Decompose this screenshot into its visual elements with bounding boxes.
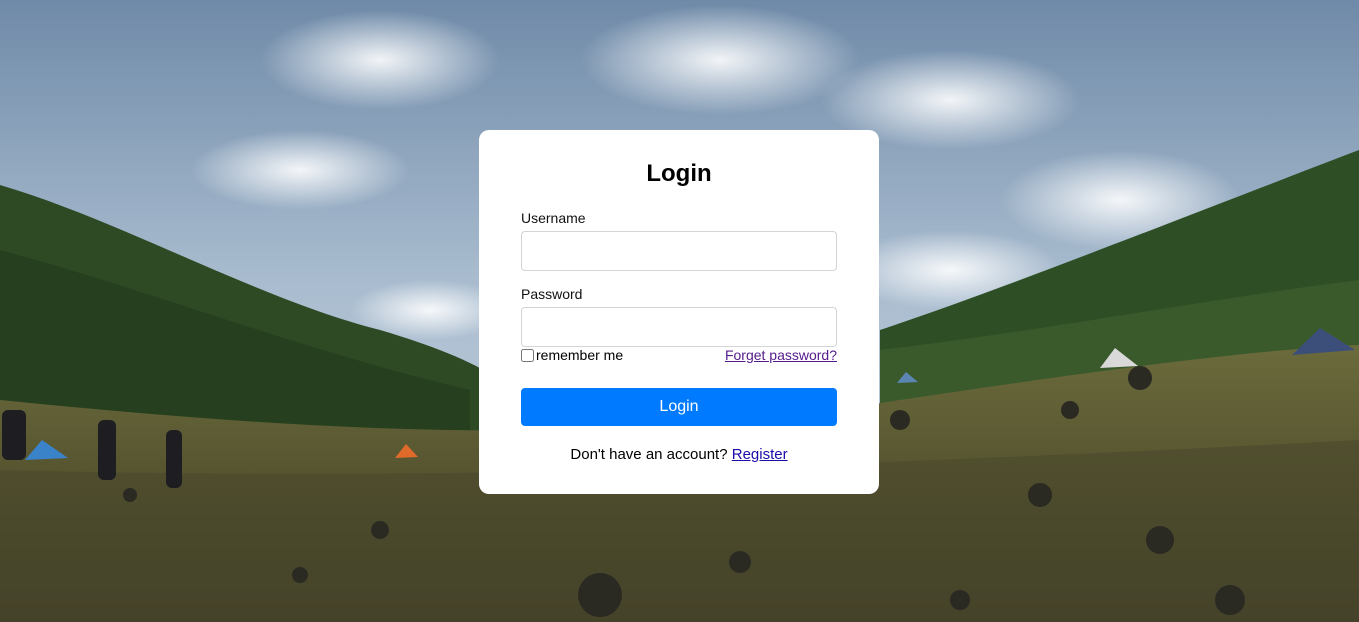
login-card: Login Username Password remember me Forg…	[479, 130, 879, 494]
username-input[interactable]	[521, 231, 837, 271]
register-link[interactable]: Register	[732, 446, 788, 463]
login-button[interactable]: Login	[521, 388, 837, 426]
username-label: Username	[521, 210, 586, 226]
password-label: Password	[521, 286, 583, 302]
remember-me-label: remember me	[536, 347, 624, 363]
password-input[interactable]	[521, 307, 837, 347]
register-prompt: Don't have an account? Register	[479, 446, 879, 463]
login-title: Login	[646, 160, 712, 187]
register-prompt-text: Don't have an account?	[570, 446, 728, 463]
remember-me[interactable]: remember me	[521, 346, 623, 364]
remember-me-checkbox[interactable]	[521, 348, 534, 362]
forgot-password-link[interactable]: Forget password?	[725, 347, 837, 363]
